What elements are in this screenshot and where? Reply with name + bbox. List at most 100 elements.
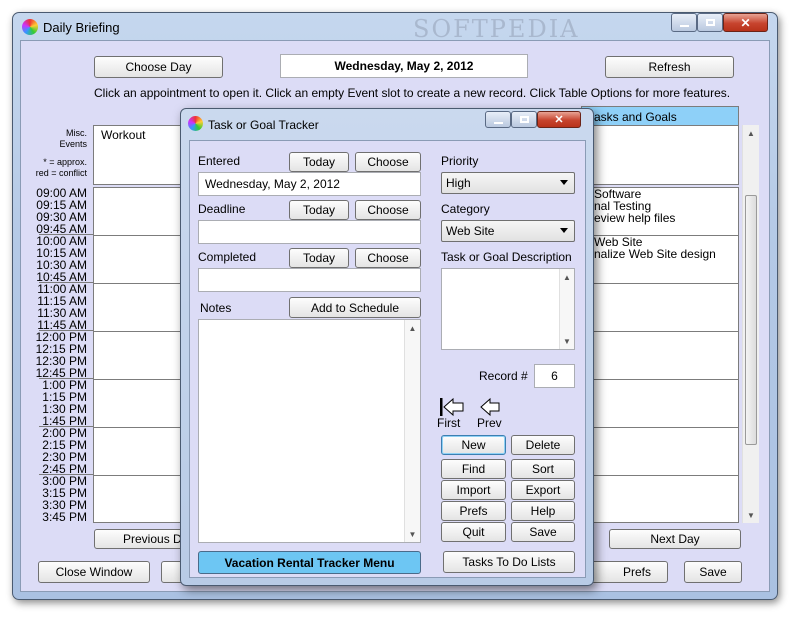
close-window-label: Close Window	[55, 565, 133, 579]
instructions-text: Click an appointment to open it. Click a…	[94, 86, 731, 100]
new-label: New	[461, 438, 486, 452]
hour-divider-label-column	[39, 426, 93, 427]
first-record-button[interactable]: First	[437, 396, 467, 430]
watermark-text: SOFTPEDIA	[413, 15, 580, 43]
window-title: Daily Briefing	[43, 20, 120, 35]
minimize-icon	[493, 121, 503, 124]
notes-textarea[interactable]	[198, 319, 421, 543]
first-arrow-icon	[440, 397, 464, 417]
app-icon	[22, 19, 38, 35]
completed-field[interactable]	[198, 268, 421, 292]
hour-divider-label-column	[39, 378, 93, 379]
minimize-icon	[679, 24, 689, 27]
save-button[interactable]: Save	[684, 561, 742, 583]
category-label: Category	[441, 202, 490, 216]
chevron-down-icon	[560, 180, 568, 185]
time-labels: 09:00 AM 09:15 AM 09:30 AM 09:45 AM 10:00 AM…	[21, 187, 93, 523]
maximize-button[interactable]	[697, 13, 723, 32]
entered-choose-button[interactable]: Choose	[355, 152, 421, 172]
first-label: First	[437, 416, 461, 430]
scroll-up-icon[interactable]: ▲	[560, 269, 574, 285]
export-button[interactable]: Export	[511, 480, 575, 500]
task-entry[interactable]: eview help files	[594, 211, 675, 225]
deadline-label: Deadline	[198, 202, 246, 216]
import-button[interactable]: Import	[441, 480, 506, 500]
scroll-up-icon[interactable]: ▲	[405, 320, 420, 336]
scroll-down-icon[interactable]: ▼	[405, 526, 420, 542]
refresh-label: Refresh	[648, 60, 691, 74]
scroll-down-icon[interactable]: ▼	[743, 507, 759, 523]
main-scrollbar[interactable]: ▲ ▼	[742, 125, 759, 523]
close-window-button[interactable]: Close Window	[38, 561, 150, 583]
dialog-minimize-button[interactable]	[485, 111, 511, 128]
help-button[interactable]: Help	[511, 501, 575, 521]
record-number-field[interactable]: 6	[534, 364, 575, 388]
dialog-save-button[interactable]: Save	[511, 522, 575, 542]
misc-event-item[interactable]: Workout	[101, 128, 145, 142]
deadline-choose-button[interactable]: Choose	[355, 200, 421, 220]
task-entry[interactable]: nalize Web Site design	[594, 247, 716, 261]
add-to-schedule-button[interactable]: Add to Schedule	[289, 297, 421, 318]
delete-label: Delete	[525, 438, 561, 452]
hour-divider-label-column	[39, 474, 93, 475]
next-day-button[interactable]: Next Day	[609, 529, 741, 549]
choose-day-button[interactable]: Choose Day	[94, 56, 223, 78]
completed-label: Completed	[198, 250, 257, 264]
task-goal-tracker-dialog: Task or Goal Tracker ✕ Entered Today Cho…	[180, 108, 594, 586]
scroll-thumb[interactable]	[745, 195, 757, 445]
prefs-label: Prefs	[459, 504, 488, 518]
add-to-schedule-label: Add to Schedule	[310, 300, 400, 315]
prefs-button[interactable]: Prefs	[586, 561, 668, 583]
dialog-prefs-button[interactable]: Prefs	[441, 501, 506, 521]
scroll-down-icon[interactable]: ▼	[560, 333, 574, 349]
minimize-button[interactable]	[671, 13, 697, 32]
quit-button[interactable]: Quit	[441, 522, 506, 542]
completed-today-button[interactable]: Today	[289, 248, 349, 268]
description-textarea[interactable]	[441, 268, 575, 350]
close-button[interactable]: ✕	[723, 13, 768, 32]
previous-day-button[interactable]: Previous D	[94, 529, 184, 549]
prev-label: Prev	[477, 416, 502, 430]
notes-scrollbar[interactable]: ▲ ▼	[404, 320, 420, 542]
choose-label: Choose	[367, 203, 409, 217]
record-value: 6	[551, 369, 558, 383]
tasks-to-do-label: Tasks To Do Lists	[462, 555, 556, 569]
dialog-maximize-button[interactable]	[511, 111, 537, 128]
hour-divider-label-column	[39, 330, 93, 331]
entered-field[interactable]: Wednesday, May 2, 2012	[198, 172, 421, 196]
description-scrollbar[interactable]: ▲ ▼	[559, 269, 574, 349]
sort-button[interactable]: Sort	[511, 459, 575, 479]
prev-record-button[interactable]: Prev	[477, 396, 507, 430]
today-label: Today	[302, 203, 336, 217]
refresh-button[interactable]: Refresh	[605, 56, 734, 78]
legend-text: * = approx. red = conflict	[21, 157, 87, 179]
dialog-close-button[interactable]: ✕	[537, 111, 581, 128]
category-select[interactable]: Web Site	[441, 220, 575, 242]
legend-approx: * = approx.	[43, 157, 87, 167]
completed-choose-button[interactable]: Choose	[355, 248, 421, 268]
dialog-title: Task or Goal Tracker	[208, 118, 319, 132]
notes-label: Notes	[200, 301, 232, 315]
new-button[interactable]: New	[441, 435, 506, 455]
priority-value: High	[446, 176, 471, 190]
description-label: Task or Goal Description	[441, 250, 572, 264]
hour-divider-label-column	[39, 234, 93, 235]
find-button[interactable]: Find	[441, 459, 506, 479]
date-text: Wednesday, May 2, 2012	[334, 59, 474, 73]
tasks-to-do-lists-button[interactable]: Tasks To Do Lists	[443, 551, 575, 573]
choose-day-label: Choose Day	[125, 60, 192, 74]
deadline-today-button[interactable]: Today	[289, 200, 349, 220]
vacation-rental-menu-button[interactable]: Vacation Rental Tracker Menu	[198, 551, 421, 574]
choose-label: Choose	[367, 155, 409, 169]
dialog-app-icon	[188, 116, 203, 131]
priority-select[interactable]: High	[441, 172, 575, 194]
sort-label: Sort	[531, 462, 554, 476]
entered-value: Wednesday, May 2, 2012	[205, 177, 340, 191]
deadline-field[interactable]	[198, 220, 421, 244]
delete-button[interactable]: Delete	[511, 435, 575, 455]
entered-today-button[interactable]: Today	[289, 152, 349, 172]
import-label: Import	[456, 483, 491, 497]
scroll-up-icon[interactable]: ▲	[743, 125, 759, 141]
maximize-icon	[519, 116, 529, 123]
save-label: Save	[529, 525, 557, 539]
